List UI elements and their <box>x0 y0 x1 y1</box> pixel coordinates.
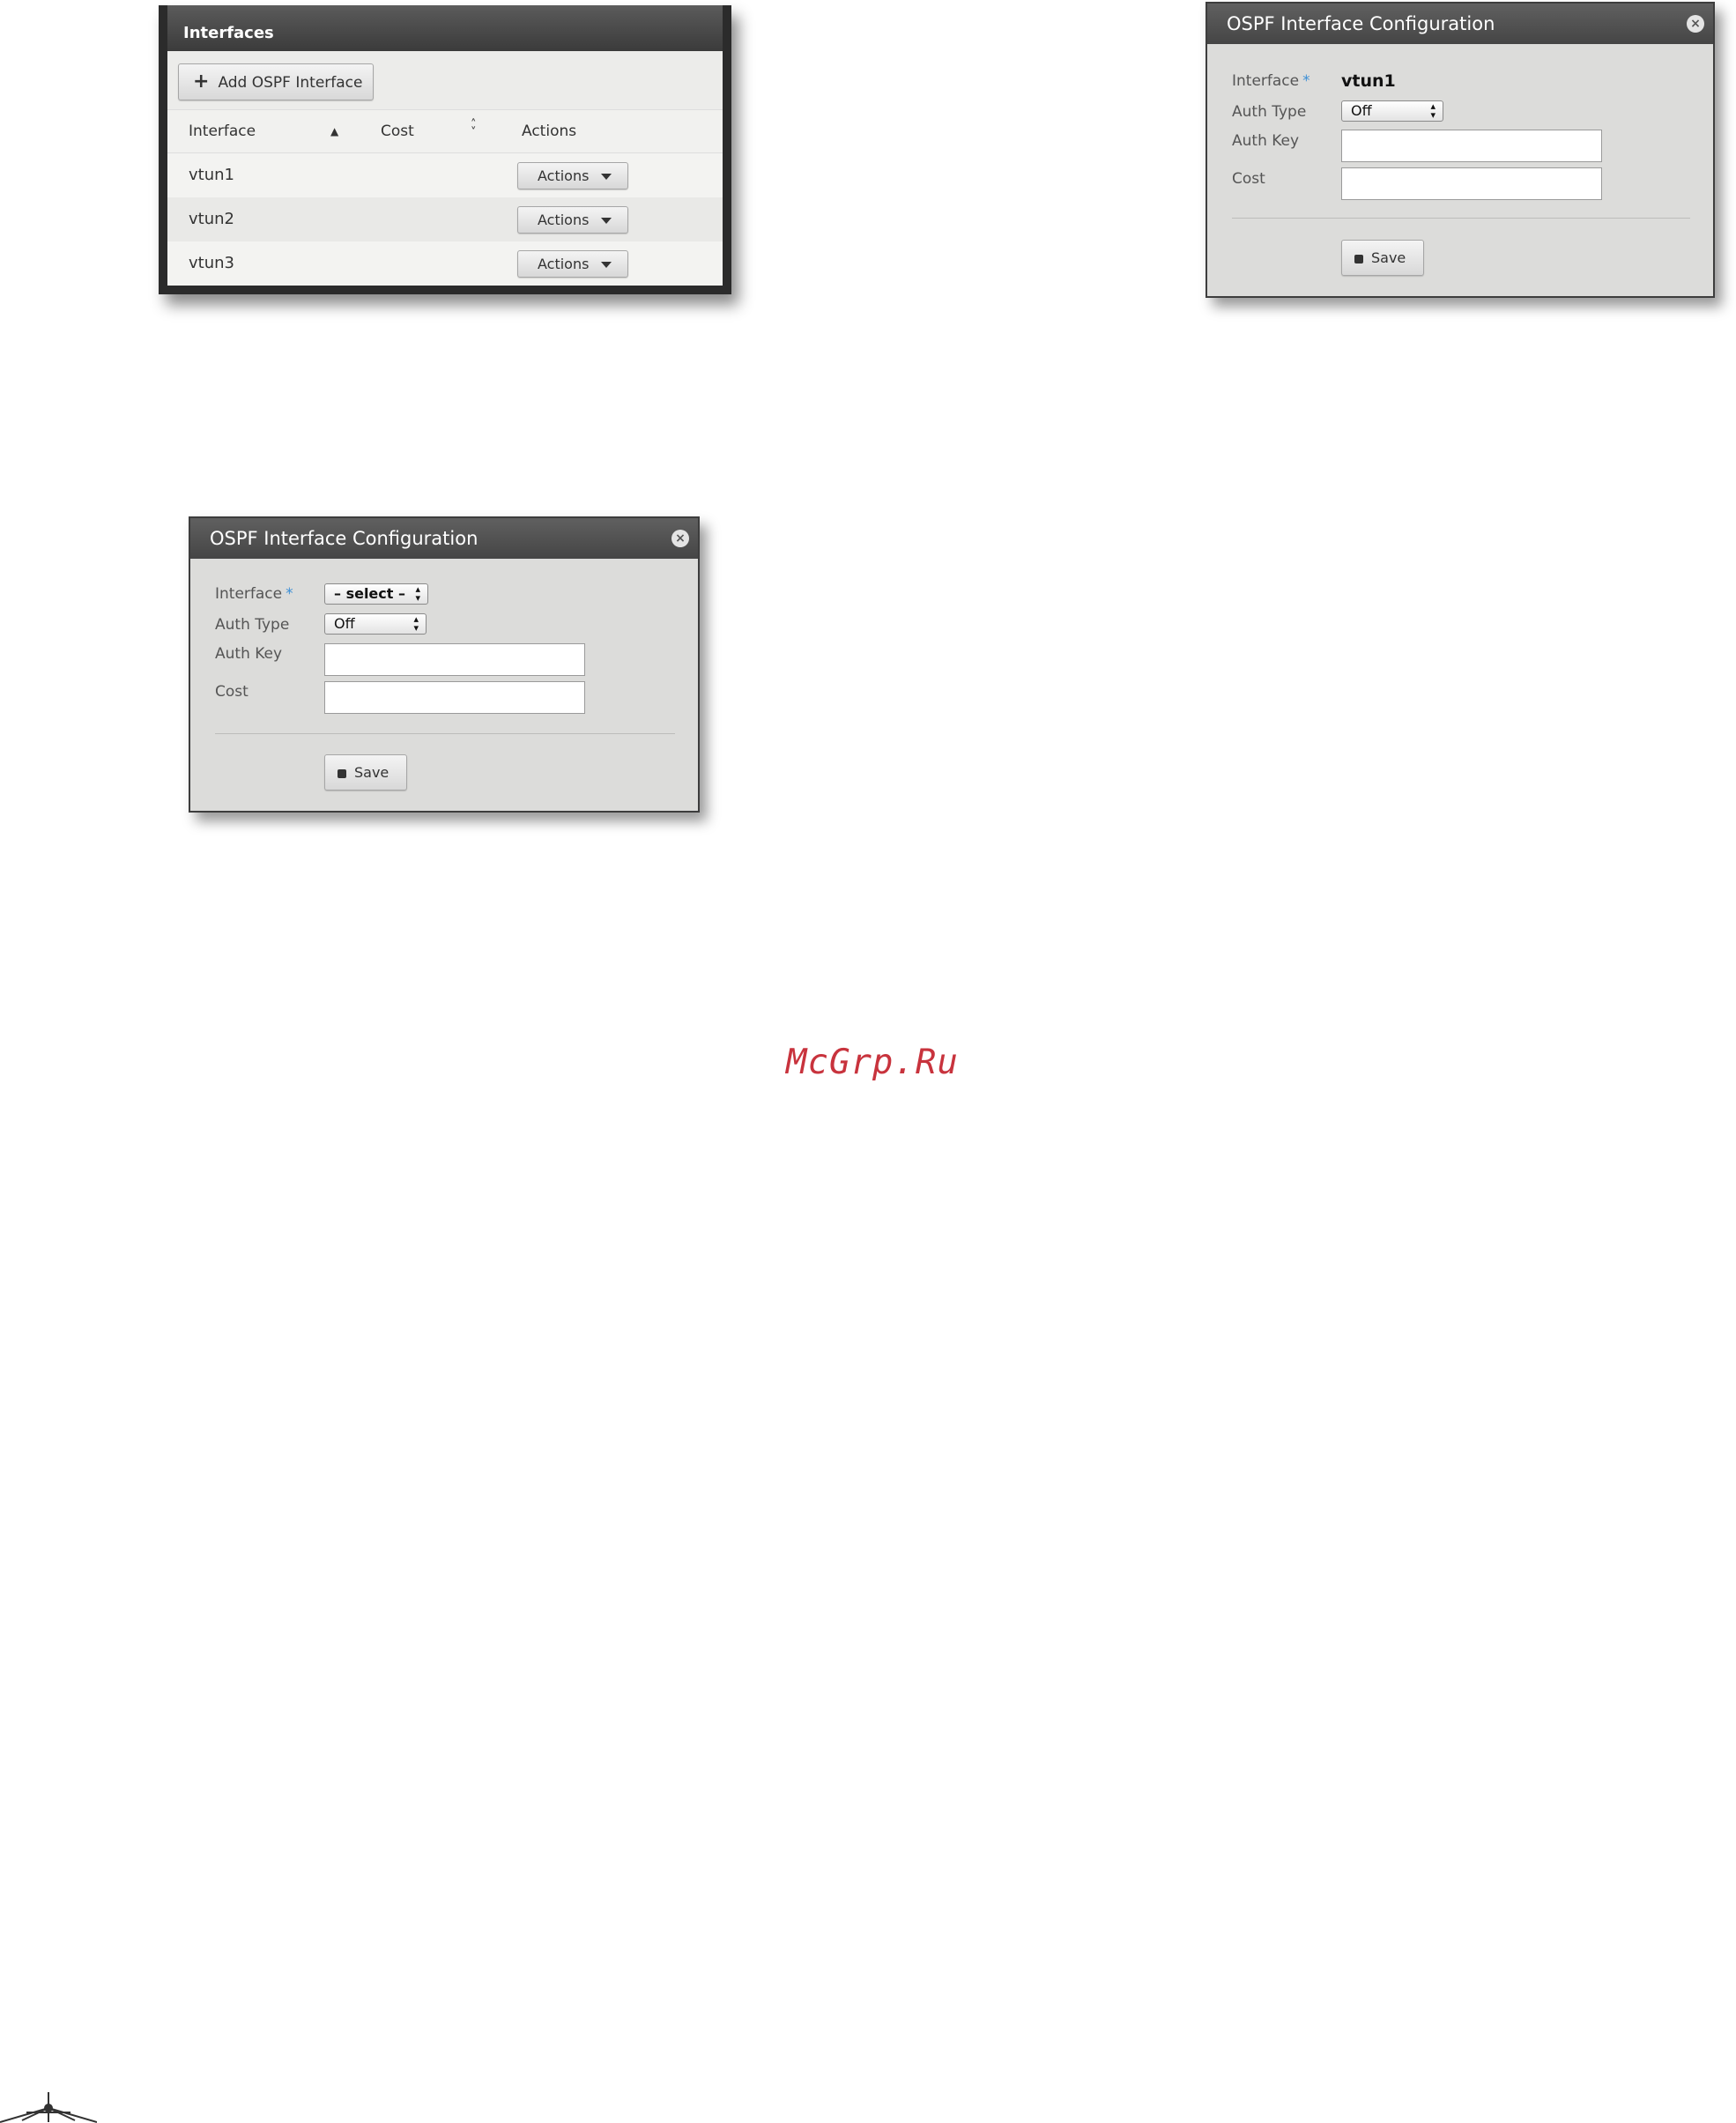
save-label: Save <box>354 764 389 781</box>
ospf-config-dialog-edit: OSPF Interface Configuration × Interface… <box>1206 2 1715 298</box>
auth-type-value: Off <box>1351 102 1372 119</box>
actions-label: Actions <box>538 212 590 228</box>
caret-down-icon <box>601 262 612 268</box>
add-button-label: Add OSPF Interface <box>218 74 363 92</box>
required-mark: * <box>1302 72 1310 90</box>
close-icon[interactable]: × <box>1687 15 1704 33</box>
divider <box>1232 218 1690 219</box>
auth-type-label: Auth Type <box>1232 103 1307 121</box>
interface-cell: vtun1 <box>189 166 234 184</box>
caret-down-icon <box>601 218 612 224</box>
interface-select[interactable]: – select – ▴ ▾ <box>324 583 428 605</box>
auth-key-label: Auth Key <box>1232 132 1300 150</box>
select-arrows-icon: ▴ ▾ <box>415 583 420 604</box>
save-disk-icon <box>1354 254 1363 264</box>
close-icon[interactable]: × <box>671 530 689 547</box>
table-row: vtun2 Actions <box>167 197 723 241</box>
interface-select-value: – select – <box>334 585 405 602</box>
interface-label-text: Interface <box>215 585 283 603</box>
auth-type-select[interactable]: Off ▴ ▾ <box>1341 100 1443 122</box>
dialog-title: OSPF Interface Configuration × <box>190 518 698 559</box>
column-cost[interactable]: Cost <box>381 122 414 140</box>
sort-asc-icon[interactable]: ▲ <box>330 125 338 137</box>
save-label: Save <box>1371 249 1406 266</box>
dialog-title: OSPF Interface Configuration × <box>1207 4 1713 44</box>
actions-label: Actions <box>538 256 590 272</box>
caret-down-icon <box>601 174 612 180</box>
interface-value: vtun1 <box>1341 71 1396 91</box>
select-arrows-icon: ▴ ▾ <box>413 613 419 634</box>
ospf-config-dialog-new: OSPF Interface Configuration × Interface… <box>189 516 700 813</box>
watermark: McGrp.Ru <box>786 1043 959 1082</box>
required-mark: * <box>286 585 293 603</box>
actions-button[interactable]: Actions <box>517 206 628 234</box>
auth-key-input[interactable] <box>324 643 585 676</box>
panel-title: Interfaces <box>167 5 723 51</box>
select-arrows-icon: ▴ ▾ <box>1430 100 1436 121</box>
save-button[interactable]: Save <box>1341 240 1424 276</box>
interface-label-text: Interface <box>1232 72 1300 90</box>
add-ospf-interface-button[interactable]: + Add OSPF Interface <box>178 63 374 100</box>
cost-label: Cost <box>215 683 249 701</box>
cost-input[interactable] <box>324 681 585 714</box>
auth-key-input[interactable] <box>1341 130 1602 162</box>
auth-type-label: Auth Type <box>215 616 290 634</box>
interface-cell: vtun3 <box>189 254 234 272</box>
actions-button[interactable]: Actions <box>517 162 628 189</box>
interfaces-panel: Interfaces + Add OSPF Interface Interface… <box>159 5 731 294</box>
column-interface[interactable]: Interface <box>189 122 256 140</box>
cost-input[interactable] <box>1341 167 1602 200</box>
cost-label: Cost <box>1232 170 1265 188</box>
auth-type-select[interactable]: Off ▴ ▾ <box>324 613 427 635</box>
column-actions: Actions <box>522 122 577 140</box>
logo-icon <box>0 2092 97 2123</box>
divider <box>215 733 675 734</box>
plus-icon: + <box>193 71 210 93</box>
table-row: vtun3 Actions <box>167 241 723 286</box>
panel-toolbar: + Add OSPF Interface <box>167 51 723 110</box>
dialog-title-text: OSPF Interface Configuration <box>210 528 479 549</box>
interface-label: Interface * <box>215 585 293 603</box>
auth-key-label: Auth Key <box>215 645 283 663</box>
auth-type-value: Off <box>334 615 355 632</box>
table-row: vtun1 Actions <box>167 153 723 197</box>
table-header: Interface ▲ Cost ˄ ˅ Actions <box>167 110 723 153</box>
sort-icon[interactable]: ˄ ˅ <box>471 119 477 138</box>
interface-label: Interface * <box>1232 72 1310 90</box>
actions-label: Actions <box>538 167 590 184</box>
save-button[interactable]: Save <box>324 754 407 791</box>
actions-button[interactable]: Actions <box>517 250 628 278</box>
interface-cell: vtun2 <box>189 210 234 228</box>
dialog-title-text: OSPF Interface Configuration <box>1227 13 1495 34</box>
save-disk-icon <box>338 768 346 778</box>
